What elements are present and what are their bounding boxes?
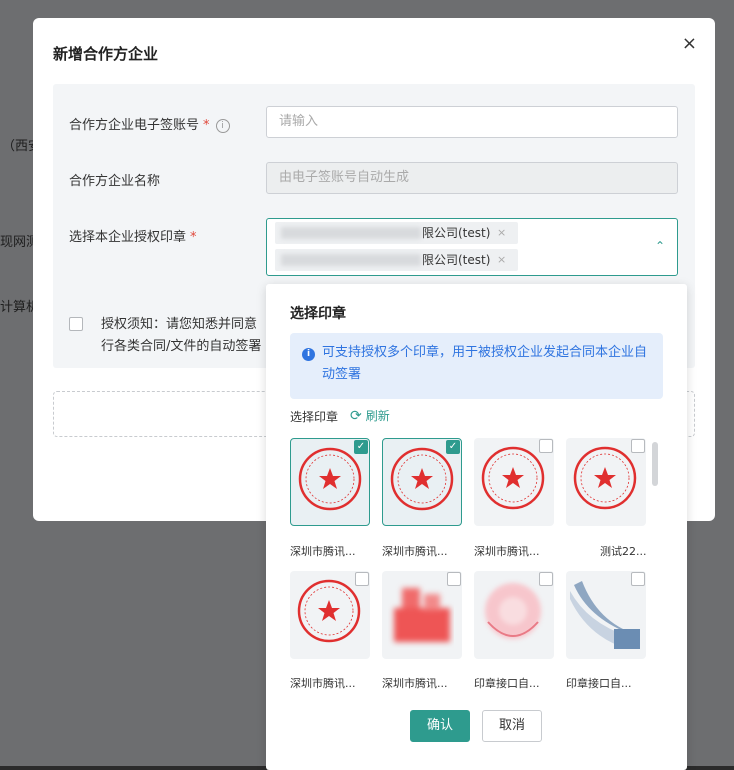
close-icon[interactable]: × bbox=[682, 34, 697, 54]
seal-image bbox=[298, 447, 362, 511]
seal-card[interactable]: ✓ bbox=[290, 438, 370, 526]
seal-label-text: 选择本企业授权印章 bbox=[69, 230, 187, 245]
seal-label: 测试22... bbox=[600, 545, 647, 558]
refresh-icon: ⟳ bbox=[350, 408, 362, 424]
seal-label: 印章接口自... bbox=[566, 677, 632, 690]
seal-image bbox=[573, 446, 637, 510]
seal-checkbox[interactable] bbox=[539, 572, 553, 586]
seal-image bbox=[570, 581, 640, 649]
seal-image bbox=[481, 446, 545, 510]
confirm-button[interactable]: 确认 bbox=[410, 710, 470, 742]
company-name-field: 由电子签账号自动生成 bbox=[266, 162, 678, 194]
seal-label: 印章接口自... bbox=[474, 677, 540, 690]
cancel-button[interactable]: 取消 bbox=[482, 710, 542, 742]
seal-card[interactable] bbox=[566, 438, 646, 526]
seal-section-label: 选择印章 bbox=[290, 410, 339, 424]
tag-remove-icon[interactable]: × bbox=[497, 249, 506, 271]
seal-checkbox[interactable]: ✓ bbox=[354, 440, 368, 454]
account-label-text: 合作方企业电子签账号 bbox=[69, 118, 200, 133]
tag-label: 限公司(test) bbox=[422, 226, 491, 240]
info-icon[interactable]: i bbox=[215, 118, 230, 133]
seal-label: 选择本企业授权印章 * bbox=[69, 226, 197, 245]
required-mark: * bbox=[203, 118, 210, 133]
seal-picker-title: 选择印章 bbox=[290, 306, 346, 322]
selected-seal-tag: 限公司(test) × bbox=[275, 222, 518, 244]
seal-card[interactable] bbox=[566, 571, 646, 659]
seal-checkbox[interactable]: ✓ bbox=[446, 440, 460, 454]
seal-image bbox=[394, 588, 450, 642]
modal-title: 新增合作方企业 bbox=[53, 45, 159, 63]
seal-card[interactable] bbox=[382, 571, 462, 659]
company-name-label: 合作方企业名称 bbox=[69, 174, 161, 189]
seal-card[interactable] bbox=[290, 571, 370, 659]
refresh-button[interactable]: ⟳ 刷新 bbox=[350, 407, 390, 424]
agreement-checkbox[interactable] bbox=[69, 317, 83, 331]
seal-image bbox=[297, 579, 361, 643]
seal-label: 深圳市腾讯... bbox=[382, 545, 448, 558]
selected-seal-tag: 限公司(test) × bbox=[275, 249, 518, 271]
seal-card[interactable] bbox=[474, 571, 554, 659]
seal-picker-dropdown: 选择印章 i 可支持授权多个印章，用于被授权企业发起合同本企业自动签署 选择印章… bbox=[266, 284, 687, 770]
tag-remove-icon[interactable]: × bbox=[497, 222, 506, 244]
scrollbar[interactable] bbox=[652, 442, 658, 486]
seal-card[interactable] bbox=[474, 438, 554, 526]
chevron-up-icon[interactable]: ⌃ bbox=[655, 239, 665, 253]
refresh-label: 刷新 bbox=[365, 409, 390, 423]
seal-checkbox[interactable] bbox=[447, 572, 461, 586]
seal-image bbox=[390, 447, 454, 511]
seal-checkbox[interactable] bbox=[631, 439, 645, 453]
seal-notice: i 可支持授权多个印章，用于被授权企业发起合同本企业自动签署 bbox=[290, 333, 663, 399]
redacted-text bbox=[281, 254, 421, 266]
tag-label: 限公司(test) bbox=[422, 253, 491, 267]
redacted-text bbox=[281, 227, 421, 239]
seal-label: 深圳市腾讯... bbox=[474, 545, 540, 558]
seal-label: 深圳市腾讯... bbox=[290, 545, 356, 558]
seal-label: 深圳市腾讯... bbox=[382, 677, 448, 690]
account-label: 合作方企业电子签账号 * i bbox=[69, 114, 230, 133]
seal-card[interactable]: ✓ bbox=[382, 438, 462, 526]
seal-checkbox[interactable] bbox=[355, 572, 369, 586]
seal-checkbox[interactable] bbox=[539, 439, 553, 453]
info-icon: i bbox=[302, 348, 315, 361]
notice-text: 可支持授权多个印章，用于被授权企业发起合同本企业自动签署 bbox=[322, 345, 648, 382]
account-input[interactable]: 请输入 bbox=[266, 106, 678, 138]
seal-label: 深圳市腾讯... bbox=[290, 677, 356, 690]
seal-select[interactable]: 限公司(test) × 限公司(test) × ⌃ bbox=[266, 218, 678, 276]
seal-image bbox=[485, 583, 541, 639]
required-mark: * bbox=[190, 230, 197, 245]
seal-checkbox[interactable] bbox=[631, 572, 645, 586]
